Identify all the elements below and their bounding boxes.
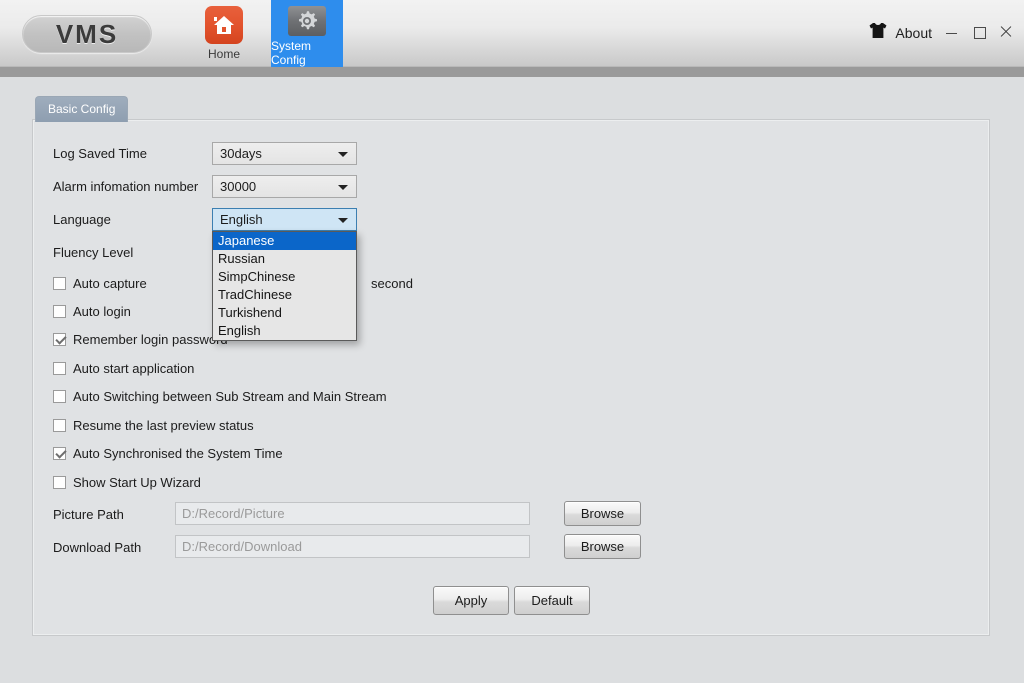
about-button[interactable]: About <box>869 22 932 44</box>
checkbox-auto-login[interactable]: Auto login <box>53 304 131 319</box>
combo-log-saved-time[interactable]: 30days <box>212 142 357 165</box>
tab-basic-config[interactable]: Basic Config <box>35 96 129 122</box>
checkbox-auto-switching-streams[interactable]: Auto Switching between Sub Stream and Ma… <box>53 389 387 404</box>
basic-config-panel <box>32 119 990 636</box>
label-log-saved-time: Log Saved Time <box>53 146 147 161</box>
download-path-input[interactable]: D:/Record/Download <box>175 535 530 558</box>
maximize-icon[interactable] <box>971 24 987 40</box>
about-shirt-icon <box>869 22 887 44</box>
vms-application-window: VMS Home System Config About Basic Confi… <box>0 0 1024 683</box>
language-dropdown-list[interactable]: Japanese Russian SimpChinese TradChinese… <box>212 231 357 341</box>
picture-path-input[interactable]: D:/Record/Picture <box>175 502 530 525</box>
chevron-down-icon <box>338 217 348 223</box>
checkbox-label-resume-last-preview-status: Resume the last preview status <box>73 418 254 433</box>
checkbox-auto-synchronised-system-time[interactable]: Auto Synchronised the System Time <box>53 446 283 461</box>
home-icon <box>205 6 243 44</box>
checkbox-box-auto-switching-streams[interactable] <box>53 390 66 403</box>
checkbox-box-auto-login[interactable] <box>53 305 66 318</box>
combo-value-language: English <box>220 212 263 227</box>
checkbox-box-auto-synchronised-system-time[interactable] <box>53 447 66 460</box>
checkbox-show-start-up-wizard[interactable]: Show Start Up Wizard <box>53 475 201 490</box>
checkbox-box-remember-login-password[interactable] <box>53 333 66 346</box>
checkbox-box-show-start-up-wizard[interactable] <box>53 476 66 489</box>
download-path-browse-button[interactable]: Browse <box>564 534 641 559</box>
checkbox-label-show-start-up-wizard: Show Start Up Wizard <box>73 475 201 490</box>
language-option-turkishend[interactable]: Turkishend <box>213 304 356 322</box>
default-button[interactable]: Default <box>514 586 590 615</box>
nav-label-home: Home <box>207 47 240 61</box>
label-picture-path: Picture Path <box>53 507 124 522</box>
apply-button-label: Apply <box>454 593 488 608</box>
language-option-russian[interactable]: Russian <box>213 250 356 268</box>
title-bar: VMS Home System Config About <box>0 0 1024 67</box>
download-path-browse-label: Browse <box>580 539 625 554</box>
label-alarm-information-number: Alarm infomation number <box>53 179 199 194</box>
combo-language[interactable]: English <box>212 208 357 231</box>
picture-path-browse-button[interactable]: Browse <box>564 501 641 526</box>
checkbox-label-remember-login-password: Remember login password <box>73 332 228 347</box>
checkbox-label-auto-login: Auto login <box>73 304 131 319</box>
checkbox-resume-last-preview-status[interactable]: Resume the last preview status <box>53 418 254 433</box>
checkbox-box-auto-capture[interactable] <box>53 277 66 290</box>
about-label: About <box>895 25 932 41</box>
label-download-path: Download Path <box>53 540 142 555</box>
combo-value-log-saved-time: 30days <box>220 146 262 161</box>
checkbox-auto-start-application[interactable]: Auto start application <box>53 361 194 376</box>
language-option-simpchinese[interactable]: SimpChinese <box>213 268 356 286</box>
close-icon[interactable] <box>998 24 1014 40</box>
checkbox-box-auto-start-application[interactable] <box>53 362 66 375</box>
label-fluency-level: Fluency Level <box>53 245 134 260</box>
checkbox-box-resume-last-preview-status[interactable] <box>53 419 66 432</box>
apply-button[interactable]: Apply <box>433 586 509 615</box>
label-second-unit: second <box>371 276 413 291</box>
checkbox-label-auto-synchronised-system-time: Auto Synchronised the System Time <box>73 446 283 461</box>
checkbox-label-auto-start-application: Auto start application <box>73 361 195 376</box>
picture-path-browse-label: Browse <box>580 506 625 521</box>
tab-label-basic-config: Basic Config <box>48 102 116 116</box>
language-option-english[interactable]: English <box>213 322 356 340</box>
nav-button-home[interactable]: Home <box>188 0 260 67</box>
chevron-down-icon <box>338 151 348 157</box>
window-controls <box>944 24 1014 40</box>
language-option-japanese[interactable]: Japanese <box>213 232 356 250</box>
checkbox-label-auto-capture: Auto capture <box>73 276 147 291</box>
app-logo: VMS <box>22 15 152 53</box>
nav-label-system-config: System Config <box>271 39 312 67</box>
nav-button-system-config[interactable]: System Config <box>271 0 343 67</box>
header-divider-band <box>0 67 1024 77</box>
checkbox-auto-capture[interactable]: Auto capture <box>53 276 147 291</box>
checkbox-label-auto-switching-streams: Auto Switching between Sub Stream and Ma… <box>73 389 387 404</box>
picture-path-value: D:/Record/Picture <box>182 506 285 521</box>
default-button-label: Default <box>531 593 573 608</box>
combo-value-alarm-information-number: 30000 <box>220 179 257 194</box>
label-language: Language <box>53 212 111 227</box>
checkbox-remember-login-password[interactable]: Remember login password <box>53 332 228 347</box>
download-path-value: D:/Record/Download <box>182 539 302 554</box>
chevron-down-icon <box>338 184 348 190</box>
language-option-tradchinese[interactable]: TradChinese <box>213 286 356 304</box>
combo-alarm-information-number[interactable]: 30000 <box>212 175 357 198</box>
minimize-icon[interactable] <box>944 24 960 40</box>
gear-icon <box>288 6 326 36</box>
app-logo-text: VMS <box>55 18 119 49</box>
